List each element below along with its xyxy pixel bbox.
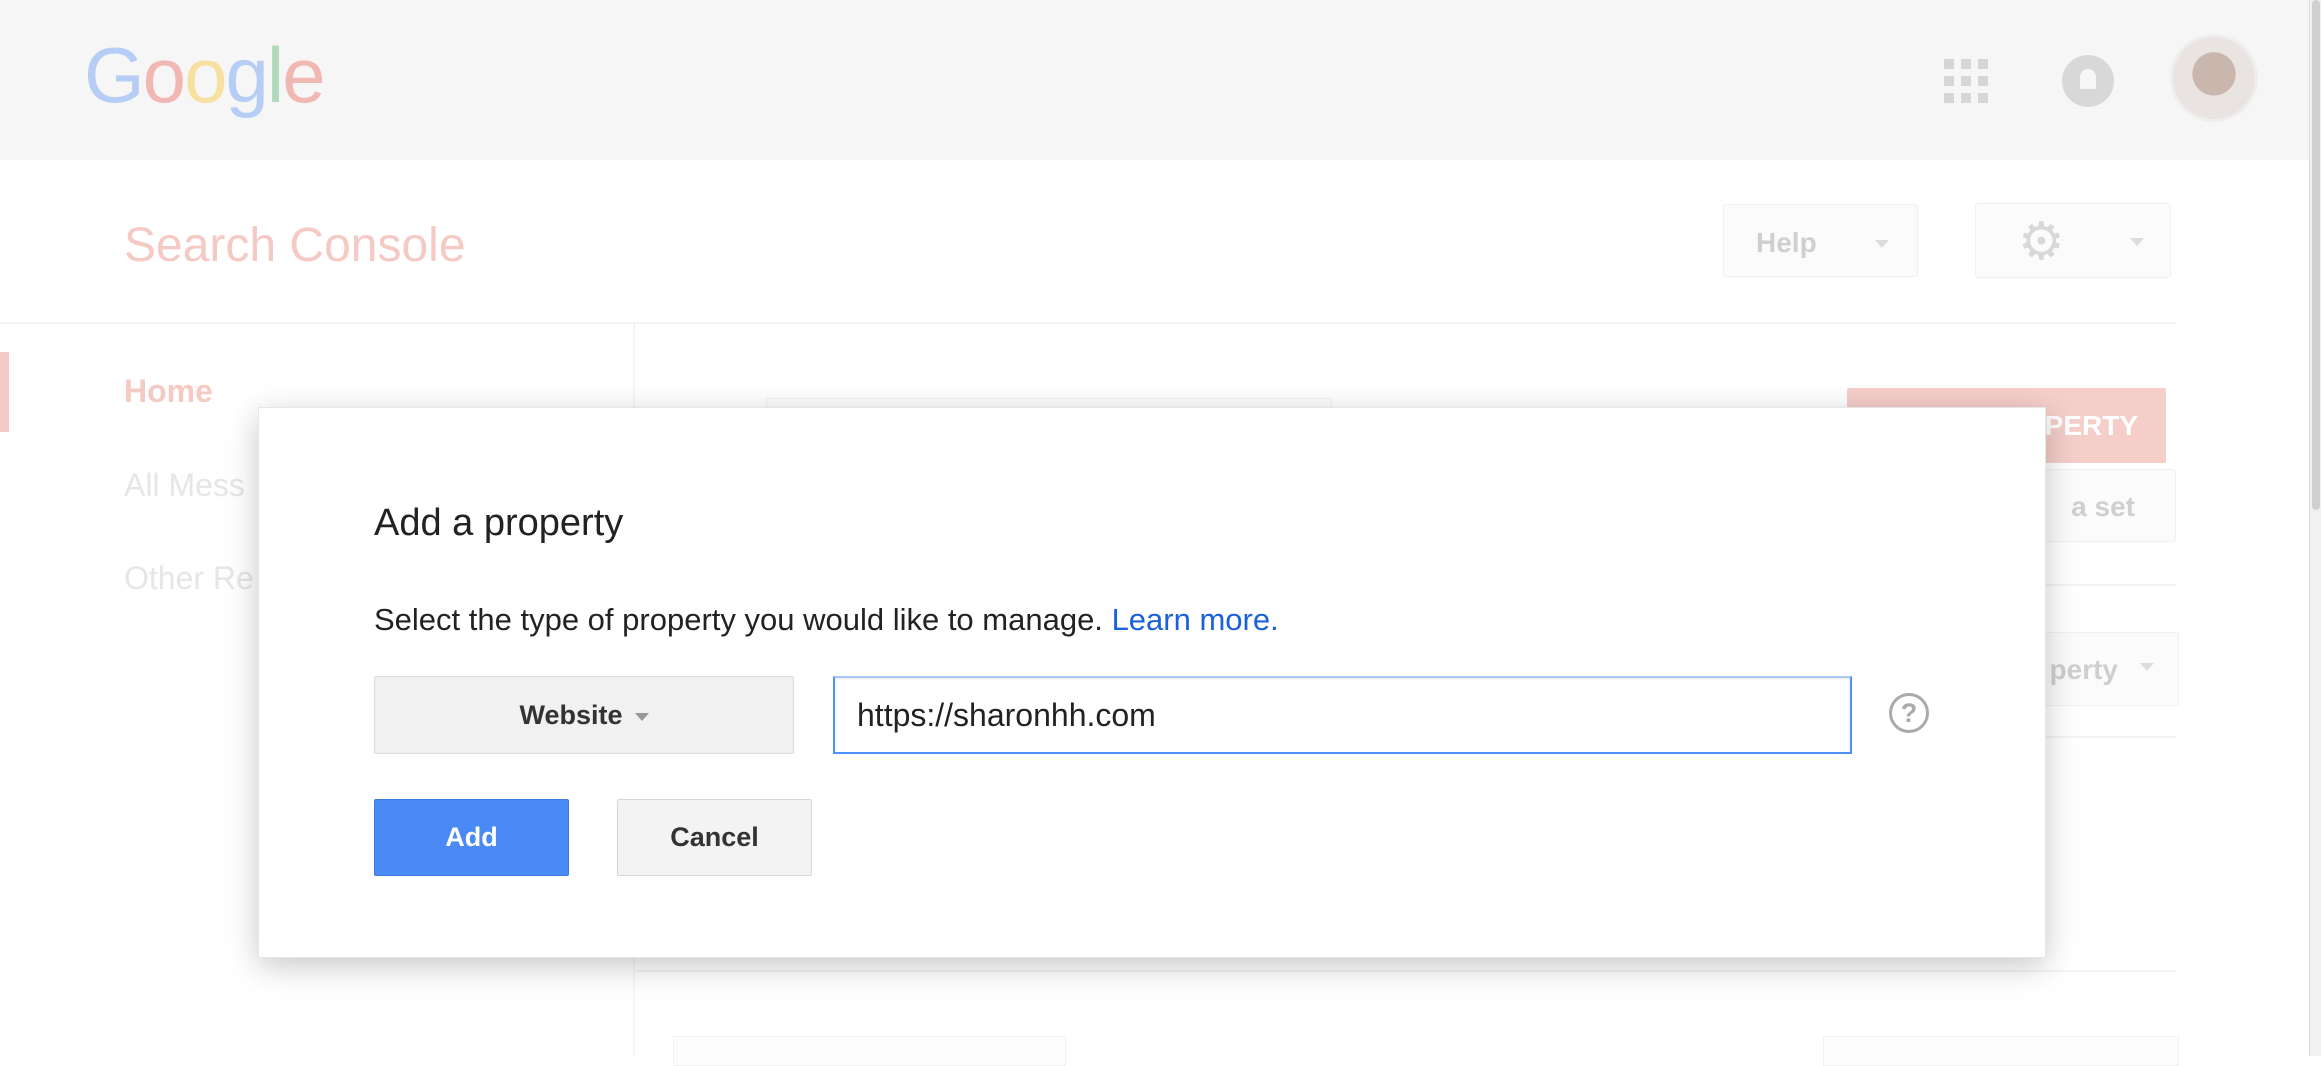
- active-indicator: [0, 352, 9, 432]
- avatar[interactable]: [2170, 34, 2258, 122]
- description-text: Select the type of property you would li…: [374, 602, 1103, 637]
- notifications-bell-icon[interactable]: [2062, 55, 2114, 107]
- scrollbar-thumb[interactable]: [2312, 0, 2320, 510]
- dialog-title: Add a property: [374, 502, 624, 544]
- cancel-button[interactable]: Cancel: [617, 799, 812, 876]
- chevron-down-icon: [634, 712, 649, 721]
- property-type-select[interactable]: Website: [374, 676, 794, 754]
- divider: [0, 322, 2176, 324]
- gear-icon: ⚙: [2018, 213, 2065, 271]
- settings-button[interactable]: ⚙: [1975, 203, 2171, 278]
- property-card: [1823, 1036, 2179, 1066]
- question-circle-icon[interactable]: ?: [1889, 693, 1929, 733]
- sidebar-item-other-resources[interactable]: Other Re: [124, 560, 254, 597]
- chevron-down-icon: [2130, 238, 2144, 246]
- sidebar-item-home[interactable]: Home: [124, 373, 213, 410]
- help-label: Help: [1756, 227, 1817, 258]
- sidebar-item-all-messages[interactable]: All Mess: [124, 467, 245, 504]
- learn-more-link[interactable]: Learn more.: [1112, 602, 1279, 637]
- google-logo[interactable]: Google: [84, 30, 326, 121]
- add-property-dialog: Add a property Select the type of proper…: [258, 407, 2046, 958]
- property-type-label: Website: [519, 700, 623, 730]
- apps-grid-icon[interactable]: [1944, 59, 1988, 103]
- help-button[interactable]: Help: [1723, 204, 1918, 277]
- add-button[interactable]: Add: [374, 799, 569, 876]
- app-title: Search Console: [124, 219, 466, 272]
- chevron-down-icon: [1875, 240, 1889, 248]
- dialog-description: Select the type of property you would li…: [374, 602, 1279, 638]
- property-select-label: perty: [2049, 654, 2118, 685]
- url-input[interactable]: [833, 676, 1852, 754]
- divider: [636, 970, 2176, 972]
- chevron-down-icon: [2140, 663, 2154, 671]
- property-thumbnail: [673, 1036, 1066, 1066]
